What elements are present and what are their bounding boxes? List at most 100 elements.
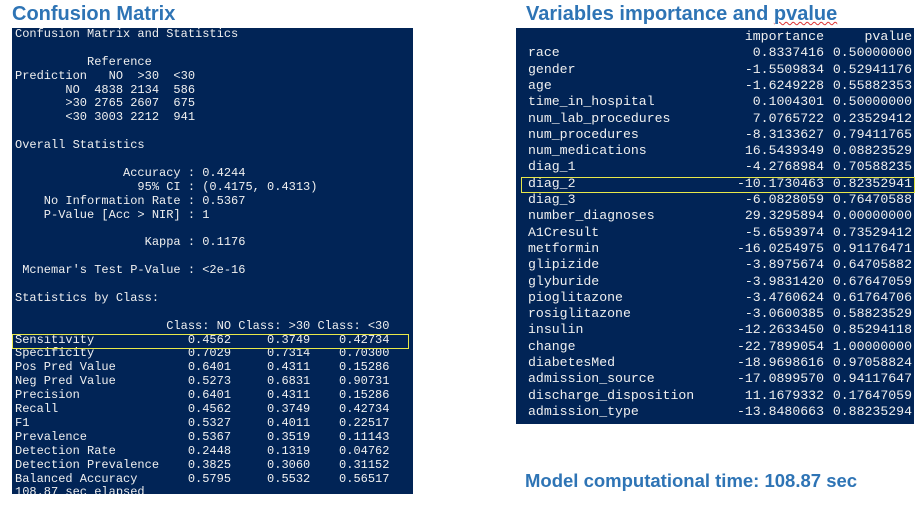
variable-row: admission_type -13.8480663 0.88235294 (528, 404, 912, 420)
variable-name: discharge_disposition (528, 387, 695, 403)
variable-pvalue: 0.79411765 (832, 126, 912, 142)
variable-name: metformin (528, 240, 600, 256)
heading-pvalue-word: pvalue (773, 3, 838, 25)
console-line: Statistics by Class: (15, 290, 160, 305)
variable-importance: -3.4760624 (744, 289, 824, 305)
console-line: Neg Pred Value 0.5273 0.6831 0.90731 (15, 374, 390, 389)
importance-column-header: importance (744, 29, 824, 44)
console-line: Overall Statistics (15, 138, 145, 153)
variable-importance: -4.2768984 (744, 159, 824, 175)
heading-text: Variables importance and (526, 3, 774, 25)
variable-pvalue: 0.17647059 (832, 387, 912, 403)
variable-row: rosiglitazone -3.0600385 0.58823529 (528, 306, 912, 322)
console-line: Kappa : 0.1176 (15, 235, 246, 250)
variable-name: number_diagnoses (528, 208, 655, 224)
variable-pvalue: 0.50000000 (832, 94, 912, 110)
variable-pvalue: 1.00000000 (832, 338, 912, 354)
variable-row: insulin -12.2633450 0.85294118 (528, 322, 912, 338)
variable-pvalue: 0.94117647 (832, 371, 912, 387)
variable-pvalue: 0.70588235 (832, 159, 912, 175)
variable-importance: -10.1730463 (736, 175, 824, 191)
pvalue-column-header: pvalue (864, 29, 912, 44)
variable-importance: -1.5509834 (744, 61, 824, 77)
importance-header-row: importance pvalue (528, 29, 912, 45)
variable-row: age -1.6249228 0.55882353 (528, 78, 912, 94)
variable-row: change -22.7899054 1.00000000 (528, 339, 912, 355)
console-line: Accuracy : 0.4244 (15, 165, 246, 180)
console-line: 95% CI : (0.4175, 0.4313) (15, 179, 318, 194)
console-line: P-Value [Acc > NIR] : 1 (15, 207, 210, 222)
variable-row: diag_3 -6.0828059 0.76470588 (528, 192, 912, 208)
confusion-matrix-heading: Confusion Matrix (12, 3, 176, 25)
console-line: Balanced Accuracy 0.5795 0.5532 0.56517 (15, 471, 390, 486)
variable-pvalue: 0.85294118 (832, 322, 912, 338)
variable-importance: -16.0254975 (736, 240, 824, 256)
variable-importance: -1.6249228 (744, 77, 824, 93)
variable-importance: -5.6593974 (744, 224, 824, 240)
console-line: Recall 0.4562 0.3749 0.42734 (15, 402, 390, 417)
variable-pvalue: 0.61764706 (832, 289, 912, 305)
variable-importance: -13.8480663 (736, 403, 824, 419)
variable-row: num_medications 16.5439349 0.08823529 (528, 143, 912, 159)
variable-name: diag_2 (528, 175, 576, 191)
console-line: Precision 0.6401 0.4311 0.15286 (15, 388, 390, 403)
variable-pvalue: 0.82352941 (832, 175, 912, 191)
variable-pvalue: 0.67647059 (832, 273, 912, 289)
variable-pvalue: 0.97058824 (832, 355, 912, 370)
variable-row: glyburide -3.9831420 0.67647059 (528, 274, 912, 290)
variable-name: insulin (528, 322, 584, 338)
variable-name: A1Cresult (528, 224, 600, 240)
variable-pvalue: 0.23529412 (832, 110, 912, 126)
variable-name: age (528, 77, 552, 93)
variable-row: time_in_hospital 0.1004301 0.50000000 (528, 94, 912, 110)
console-line: F1 0.5327 0.4011 0.22517 (15, 415, 390, 430)
variable-importance: -18.9698616 (736, 355, 824, 370)
variable-row: pioglitazone -3.4760624 0.61764706 (528, 290, 912, 306)
variable-importance: -3.8975674 (744, 257, 824, 273)
variable-row: metformin -16.0254975 0.91176471 (528, 241, 912, 257)
variable-importance-console: importance pvalue race 0.8337416 0.5000000… (516, 28, 914, 424)
console-line: Specificity 0.7029 0.7314 0.70300 (15, 346, 390, 361)
confusion-matrix-console: Confusion Matrix and Statistics Referenc… (12, 28, 413, 494)
console-line: Confusion Matrix and Statistics (15, 28, 239, 41)
variable-row: diabetesMed -18.9698616 0.97058824 (528, 355, 912, 371)
variable-name: num_lab_procedures (528, 110, 671, 126)
variable-importance: -17.0899570 (736, 371, 824, 387)
variable-name: glyburide (528, 273, 600, 289)
console-line: Reference (15, 54, 152, 69)
console-line: Sensitivity 0.4562 0.3749 0.42734 (15, 332, 390, 347)
variable-name: diag_3 (528, 192, 576, 207)
variable-importance: -12.2633450 (736, 322, 824, 338)
variable-row: number_diagnoses 29.3295894 0.00000000 (528, 208, 912, 224)
variable-name: admission_source (528, 371, 655, 387)
console-line: Class: NO Class: >30 Class: <30 (15, 318, 390, 333)
model-computational-time: Model computational time: 108.87 sec (525, 470, 858, 491)
variable-importance: -22.7899054 (736, 338, 824, 354)
variable-importance: -3.9831420 (744, 273, 824, 289)
variable-name: time_in_hospital (528, 94, 655, 110)
variable-row: diag_1 -4.2768984 0.70588235 (528, 159, 912, 175)
variable-name: gender (528, 61, 576, 77)
variable-row: admission_source -17.0899570 0.94117647 (528, 371, 912, 387)
console-line: <30 3003 2212 941 (15, 110, 196, 125)
console-line: Detection Rate 0.2448 0.1319 0.04762 (15, 443, 390, 458)
variable-name: change (528, 338, 576, 354)
console-line: Pos Pred Value 0.6401 0.4311 0.15286 (15, 360, 390, 375)
variable-pvalue: 0.91176471 (832, 240, 912, 256)
variable-importance: 7.0765722 (752, 110, 824, 126)
variable-importance: 29.3295894 (744, 208, 824, 224)
variable-pvalue: 0.55882353 (832, 77, 912, 93)
variable-pvalue: 0.08823529 (832, 143, 912, 159)
console-line: NO 4838 2134 586 (15, 82, 196, 97)
variable-name: num_procedures (528, 126, 639, 142)
variable-row: race 0.8337416 0.50000000 (528, 45, 912, 61)
variable-row: gender -1.5509834 0.52941176 (528, 62, 912, 78)
console-line: Prevalence 0.5367 0.3519 0.11143 (15, 429, 390, 444)
console-line: Mcnemar's Test P-Value : <2e-16 (15, 263, 246, 278)
variable-name: diag_1 (528, 159, 576, 175)
console-line: Detection Prevalence 0.3825 0.3060 0.311… (15, 457, 390, 472)
